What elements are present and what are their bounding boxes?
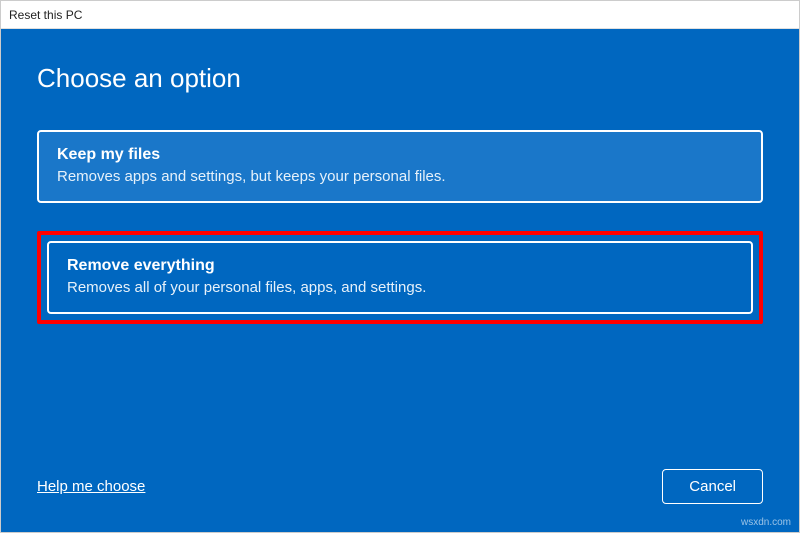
help-me-choose-link[interactable]: Help me choose [37,478,145,495]
option-keep-title: Keep my files [57,146,743,164]
option-remove-title: Remove everything [67,257,733,275]
footer: Help me choose Cancel [37,449,763,504]
highlight-annotation: Remove everything Removes all of your pe… [37,231,763,324]
option-remove-everything[interactable]: Remove everything Removes all of your pe… [47,241,753,314]
reset-pc-window: Reset this PC Choose an option Keep my f… [0,0,800,533]
watermark: wsxdn.com [741,517,791,528]
option-keep-my-files[interactable]: Keep my files Removes apps and settings,… [37,130,763,203]
option-remove-desc: Removes all of your personal files, apps… [67,279,733,296]
titlebar: Reset this PC [1,1,799,29]
window-title: Reset this PC [9,8,82,22]
option-keep-desc: Removes apps and settings, but keeps you… [57,168,743,185]
content-panel: Choose an option Keep my files Removes a… [1,29,799,532]
cancel-button[interactable]: Cancel [662,469,763,504]
page-heading: Choose an option [37,63,763,94]
